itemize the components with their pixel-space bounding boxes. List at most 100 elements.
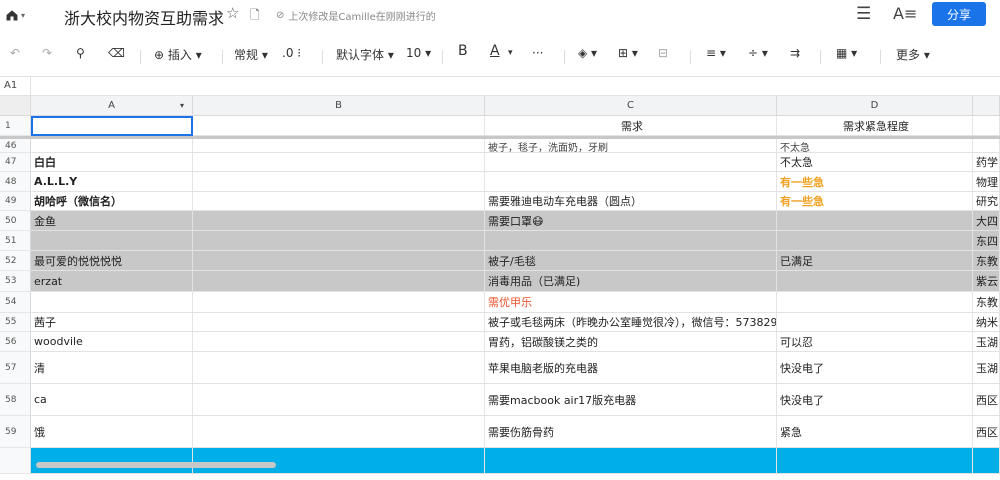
borders-icon[interactable]: ⊞ ▾ — [618, 46, 638, 60]
cell-d[interactable] — [777, 313, 973, 332]
highlighted-cell-a[interactable] — [31, 448, 193, 474]
share-button[interactable]: 分享 — [932, 2, 986, 26]
cell-c[interactable]: 需要口罩😷 — [485, 211, 777, 231]
cell-a[interactable]: erzat — [31, 271, 193, 292]
cell-c[interactable]: 被子/毛毯 — [485, 251, 777, 271]
row-header[interactable]: 47 — [0, 153, 31, 172]
cell-a[interactable] — [31, 292, 193, 313]
cell-d[interactable]: 有一些急 — [777, 192, 973, 211]
cell-b[interactable] — [193, 153, 485, 172]
cell-c[interactable] — [485, 172, 777, 192]
redo-icon[interactable]: ↷ — [42, 46, 52, 60]
cell-e[interactable]: 玉湖 — [973, 332, 1000, 352]
cell-e[interactable]: 玉湖 — [973, 352, 1000, 384]
cell-d[interactable] — [777, 231, 973, 251]
cell-a[interactable]: 饿 — [31, 416, 193, 448]
cell-e[interactable]: 研究 — [973, 192, 1000, 211]
font-family-select[interactable]: 默认字体 ▾ — [336, 46, 394, 63]
row-header[interactable]: 53 — [0, 271, 31, 292]
cell-e1[interactable] — [973, 116, 1000, 136]
cell-e[interactable]: 紫云 — [973, 271, 1000, 292]
align-horizontal-icon[interactable]: ≡ ▾ — [706, 46, 726, 60]
cell-b[interactable] — [193, 192, 485, 211]
cell-d[interactable]: 紧急 — [777, 416, 973, 448]
cell-a[interactable]: woodvile — [31, 332, 193, 352]
column-header-d[interactable]: D — [777, 96, 973, 116]
cell-a[interactable]: 金鱼 — [31, 211, 193, 231]
number-format-select[interactable]: 常规 ▾ — [234, 46, 268, 63]
font-size-select[interactable]: 10 ▾ — [406, 46, 431, 60]
clear-format-icon[interactable]: ⌫ — [108, 46, 125, 60]
cell-b[interactable] — [193, 352, 485, 384]
cell-a[interactable]: ca — [31, 384, 193, 416]
chevron-down-icon[interactable]: ▾ — [180, 101, 184, 110]
cell-e[interactable]: 药学 — [973, 153, 1000, 172]
font-settings-icon[interactable]: A≡ — [893, 4, 917, 23]
cell-d1[interactable]: 需求紧急程度 — [777, 116, 973, 136]
cell-d[interactable]: 不太急 — [777, 153, 973, 172]
highlighted-cell-b[interactable] — [193, 448, 485, 474]
row-header[interactable]: 1 — [0, 116, 31, 136]
cell-b[interactable] — [193, 416, 485, 448]
menu-icon[interactable]: ☰ — [856, 4, 871, 24]
cell-d[interactable]: 可以忍 — [777, 332, 973, 352]
row-header[interactable]: 55 — [0, 313, 31, 332]
cell-b[interactable] — [193, 172, 485, 192]
cell-c[interactable]: 需要伤筋骨药 — [485, 416, 777, 448]
freeze-icon[interactable]: ▦ ▾ — [836, 46, 857, 60]
cell-d[interactable] — [777, 271, 973, 292]
cell-c[interactable]: 胃药，铝碳酸镁之类的 — [485, 332, 777, 352]
wrap-text-icon[interactable]: ⇉ — [790, 46, 800, 60]
cell-d[interactable]: 不太急 — [777, 139, 973, 153]
row-header[interactable]: 51 — [0, 231, 31, 251]
cell-c1[interactable]: 需求 — [485, 116, 777, 136]
bold-button[interactable]: B — [458, 43, 468, 59]
star-icon[interactable]: ☆ — [226, 4, 239, 22]
cell-e[interactable]: 东教 — [973, 251, 1000, 271]
cell-b[interactable] — [193, 139, 485, 153]
cell-d[interactable]: 快没电了 — [777, 352, 973, 384]
row-header[interactable]: 50 — [0, 211, 31, 231]
column-header-b[interactable]: B — [193, 96, 485, 116]
cell-reference[interactable]: A1 — [4, 80, 17, 91]
chevron-down-icon[interactable]: ▾ — [508, 48, 513, 58]
column-header-a[interactable]: A ▾ — [31, 96, 193, 116]
cell-e[interactable] — [973, 139, 1000, 153]
highlighted-cell-c[interactable] — [485, 448, 777, 474]
row-header[interactable]: 58 — [0, 384, 31, 416]
cell-c[interactable]: 需要雅迪电动车充电器（圆点） — [485, 192, 777, 211]
cell-a[interactable] — [31, 139, 193, 153]
cell-b[interactable] — [193, 231, 485, 251]
decimal-stepper[interactable]: .0 ⁝ — [282, 46, 301, 60]
row-header[interactable]: 59 — [0, 416, 31, 448]
fill-color-icon[interactable]: ◈ ▾ — [578, 46, 597, 60]
cell-c[interactable]: 苹果电脑老版的充电器 — [485, 352, 777, 384]
cell-a[interactable] — [31, 231, 193, 251]
cell-e[interactable]: 西区 — [973, 384, 1000, 416]
cell-c[interactable]: 消毒用品（已满足) — [485, 271, 777, 292]
cell-e[interactable]: 物理 — [973, 172, 1000, 192]
cell-b[interactable] — [193, 271, 485, 292]
cell-a[interactable]: A.L.L.Y — [31, 172, 193, 192]
merge-cells-icon[interactable]: ⊟ — [658, 46, 668, 60]
cell-c[interactable]: 需优甲乐 — [485, 292, 777, 313]
cell-e[interactable]: 东四 — [973, 231, 1000, 251]
select-all-corner[interactable] — [0, 96, 31, 116]
cell-c[interactable] — [485, 153, 777, 172]
more-dots-icon[interactable]: ··· — [532, 46, 543, 60]
cell-e[interactable]: 东教 — [973, 292, 1000, 313]
doc-title[interactable]: 浙大校内物资互助需求 — [64, 5, 224, 29]
row-header[interactable]: 54 — [0, 292, 31, 313]
column-header-c[interactable]: C — [485, 96, 777, 116]
cell-d[interactable] — [777, 292, 973, 313]
cell-a[interactable]: 最可爱的悦悦悦悦 — [31, 251, 193, 271]
cell-d[interactable]: 有一些急 — [777, 172, 973, 192]
cell-c[interactable]: 需要macbook air17版充电器 — [485, 384, 777, 416]
cell-a1[interactable] — [31, 116, 193, 136]
cell-a[interactable]: 胡哈呼（微信名） — [31, 192, 193, 211]
cell-b[interactable] — [193, 292, 485, 313]
cell-c[interactable]: 被子或毛毯两床（昨晚办公室睡觉很冷），微信号：573829769 — [485, 313, 777, 332]
home-icon[interactable]: ▾ — [5, 5, 25, 25]
highlighted-cell-e[interactable] — [973, 448, 1000, 474]
row-header[interactable] — [0, 448, 31, 474]
